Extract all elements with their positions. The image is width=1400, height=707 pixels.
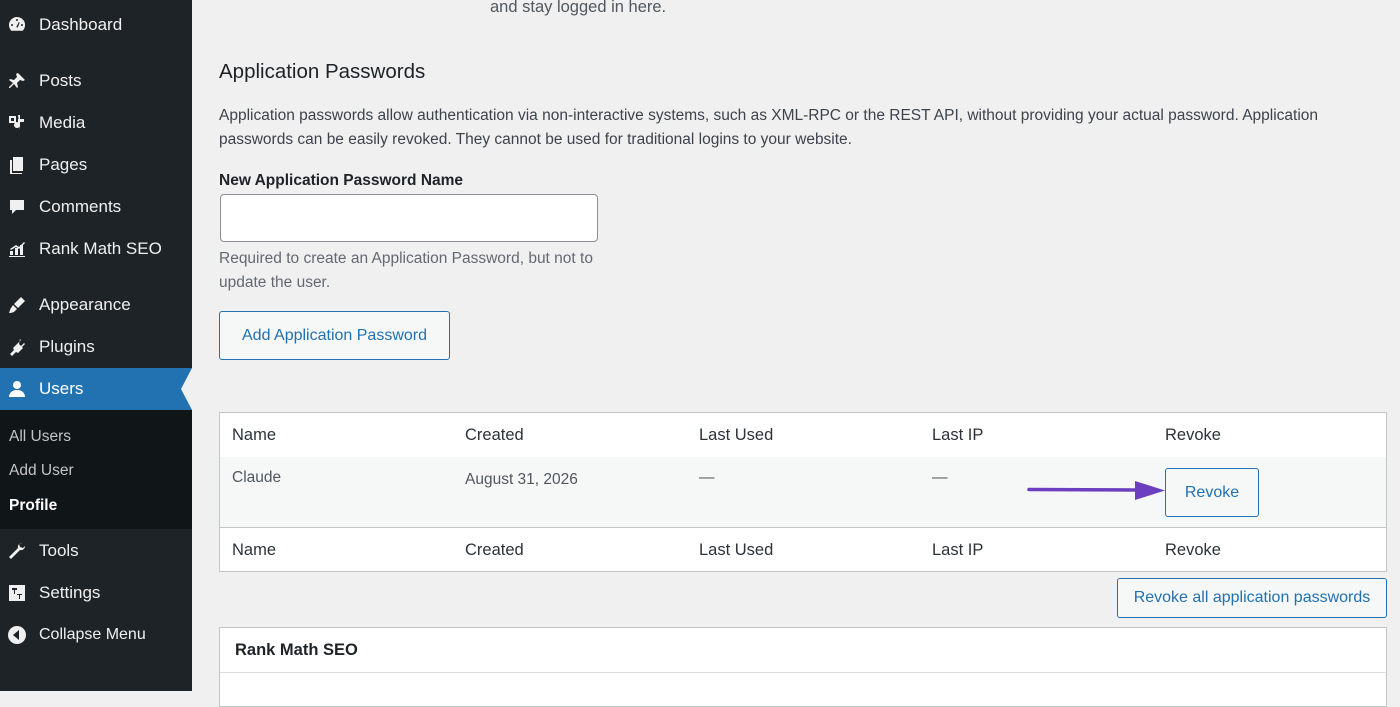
sidebar-item-label: Tools: [39, 541, 79, 560]
pin-icon: [6, 70, 28, 92]
revoke-all-button[interactable]: Revoke all application passwords: [1117, 578, 1387, 618]
column-header-name: Name: [232, 426, 277, 444]
submenu-add-user[interactable]: Add User: [9, 462, 74, 480]
settings-icon: [6, 582, 28, 604]
sidebar-item-label: Comments: [39, 197, 122, 216]
sidebar-item-comments[interactable]: Comments: [0, 186, 192, 228]
column-footer-revoke: Revoke: [1165, 541, 1221, 559]
sidebar-item-label: Users: [39, 379, 84, 398]
page-section-title: Application Passwords: [219, 60, 426, 83]
column-footer-name: Name: [232, 541, 277, 559]
sidebar-item-label: Media: [39, 113, 86, 132]
new-password-name-label: New Application Password Name: [219, 172, 464, 189]
cell-last-ip: —: [932, 469, 948, 486]
sidebar-item-label: Settings: [39, 583, 101, 602]
sidebar-item-label: Collapse Menu: [39, 626, 146, 643]
sidebar-item-label: Rank Math SEO: [39, 239, 162, 258]
sidebar-item-media[interactable]: Media: [0, 102, 192, 144]
table-footer-row: Name Created Last Used Last IP Revoke: [220, 527, 1386, 572]
user-icon: [6, 378, 28, 400]
revoke-button[interactable]: Revoke: [1165, 468, 1259, 517]
sidebar-item-appearance[interactable]: Appearance: [0, 284, 192, 326]
column-footer-last-ip: Last IP: [932, 541, 984, 559]
cell-name: Claude: [232, 469, 282, 486]
column-header-last-ip: Last IP: [932, 426, 984, 444]
wrench-icon: [6, 540, 28, 562]
rank-math-icon: [6, 238, 28, 260]
cell-last-used: —: [699, 469, 715, 486]
active-menu-pointer: [181, 368, 192, 410]
application-passwords-table: Name Created Last Used Last IP Revoke Cl…: [219, 412, 1387, 572]
sidebar-item-pages[interactable]: Pages: [0, 144, 192, 186]
table-header-row: Name Created Last Used Last IP Revoke: [220, 413, 1386, 458]
sidebar-item-tools[interactable]: Tools: [0, 530, 192, 572]
comments-icon: [6, 196, 28, 218]
sidebar-item-settings[interactable]: Settings: [0, 572, 192, 614]
sidebar-item-label: Dashboard: [39, 15, 123, 34]
sidebar-item-label: Appearance: [39, 295, 131, 314]
sidebar-item-dashboard[interactable]: Dashboard: [0, 4, 192, 46]
sidebar-item-label: Pages: [39, 155, 88, 174]
users-submenu: All Users Add User Profile: [0, 410, 192, 529]
new-password-name-input[interactable]: [220, 194, 598, 242]
sidebar-item-rank-math-seo[interactable]: Rank Math SEO: [0, 228, 192, 270]
collapse-icon: [6, 624, 28, 646]
section-description: Application passwords allow authenticati…: [219, 107, 1319, 148]
column-footer-created: Created: [465, 541, 524, 559]
dashboard-icon: [6, 14, 28, 36]
column-header-last-used: Last Used: [699, 426, 774, 444]
sidebar-item-users[interactable]: Users: [0, 368, 192, 410]
plugin-icon: [6, 336, 28, 358]
submenu-all-users[interactable]: All Users: [9, 428, 71, 446]
submenu-profile[interactable]: Profile: [9, 497, 57, 515]
table-row: Claude August 31, 2026 — — Revoke: [220, 457, 1386, 527]
annotation-arrow-icon: [1027, 481, 1165, 500]
pages-icon: [6, 154, 28, 176]
sidebar-collapse-menu[interactable]: Collapse Menu: [0, 614, 192, 656]
column-header-revoke: Revoke: [1165, 426, 1221, 444]
previous-field-description: and stay logged in here.: [490, 0, 667, 16]
admin-sidebar: Dashboard Posts Media Pages Comments Ran…: [0, 0, 192, 691]
panel-divider: [220, 672, 1386, 673]
add-application-password-button[interactable]: Add Application Password: [219, 311, 450, 360]
column-footer-last-used: Last Used: [699, 541, 774, 559]
rank-math-seo-panel: Rank Math SEO: [219, 627, 1387, 707]
panel-title: Rank Math SEO: [235, 641, 358, 659]
column-header-created: Created: [465, 426, 524, 444]
sidebar-item-posts[interactable]: Posts: [0, 60, 192, 102]
sidebar-item-plugins[interactable]: Plugins: [0, 326, 192, 368]
brush-icon: [6, 294, 28, 316]
new-password-name-help: Required to create an Application Passwo…: [219, 250, 593, 291]
media-icon: [6, 112, 28, 134]
sidebar-item-label: Posts: [39, 71, 82, 90]
sidebar-item-label: Plugins: [39, 337, 95, 356]
cell-created: August 31, 2026: [465, 471, 578, 488]
